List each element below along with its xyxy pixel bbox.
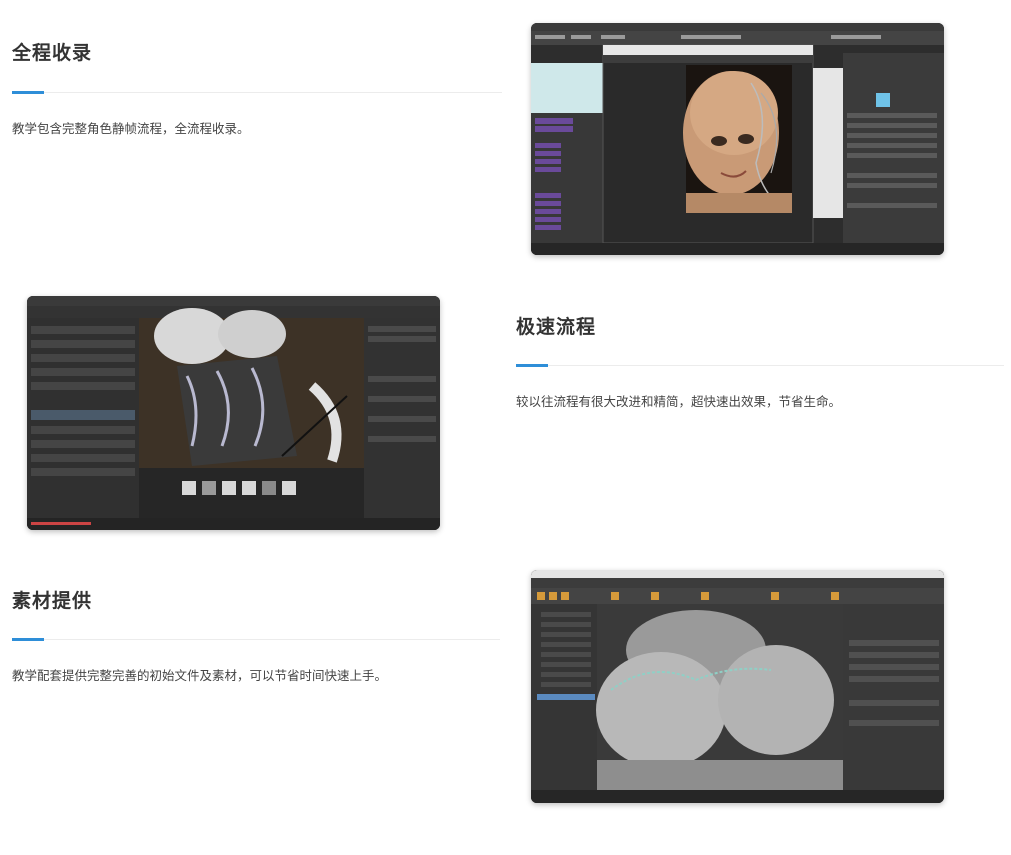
divider-accent — [12, 91, 44, 94]
maya-head-render-screenshot — [531, 23, 944, 255]
divider — [12, 91, 502, 94]
divider-accent — [516, 364, 548, 367]
maya-torso-sculpt-screenshot — [531, 570, 944, 803]
screenshot-image — [531, 23, 944, 255]
divider-accent — [12, 638, 44, 641]
divider — [12, 638, 500, 641]
feature-title: 全程收录 — [12, 42, 93, 64]
feature-description: 教学配套提供完整完善的初始文件及素材，可以节省时间快速上手。 — [12, 668, 388, 683]
screenshot-image — [531, 570, 944, 803]
feature-description: 教学包含完整角色静帧流程，全流程收录。 — [12, 121, 250, 136]
feature-title: 素材提供 — [12, 590, 93, 612]
substance-corset-texturing-screenshot — [27, 296, 440, 530]
screenshot-image — [27, 296, 440, 530]
feature-title: 极速流程 — [516, 316, 597, 338]
feature-block-2: 极速流程 较以往流程有很大改进和精简，超快速出效果，节省生命。 — [516, 312, 1004, 410]
divider — [516, 364, 1004, 367]
feature-block-1: 全程收录 教学包含完整角色静帧流程，全流程收录。 — [12, 38, 502, 137]
feature-block-3: 素材提供 教学配套提供完整完善的初始文件及素材，可以节省时间快速上手。 — [12, 586, 500, 684]
feature-description: 较以往流程有很大改进和精简，超快速出效果，节省生命。 — [516, 394, 842, 409]
